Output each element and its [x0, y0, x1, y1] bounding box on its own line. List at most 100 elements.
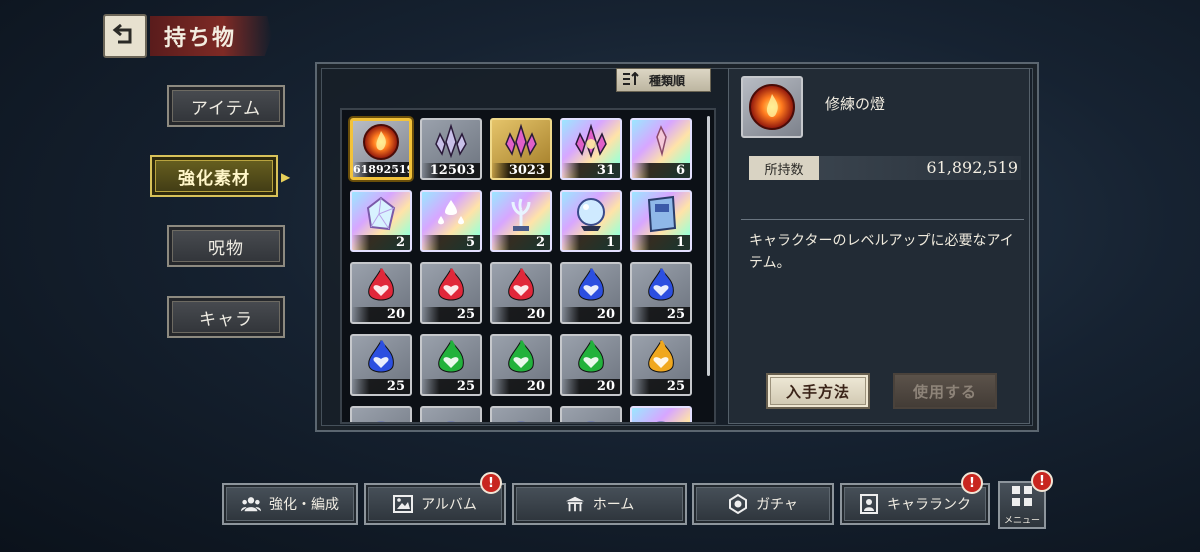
rank-icon	[859, 494, 879, 514]
item-description: キャラクターのレベルアップに必要なアイテム。	[749, 233, 1014, 271]
partial-item-icon	[422, 408, 480, 422]
item-slot[interactable]	[490, 406, 552, 422]
water-droplets-icon	[422, 192, 480, 236]
item-count: 25	[422, 307, 480, 322]
item-count: 25	[352, 379, 410, 394]
nav-label: 強化・編成	[269, 497, 339, 513]
item-count: 2	[352, 235, 410, 250]
item-count: 25	[422, 379, 480, 394]
item-slot[interactable]: 61892519	[350, 118, 412, 180]
nav-label: アルバム	[421, 497, 477, 513]
sort-icon	[623, 71, 639, 89]
item-slot[interactable]	[560, 406, 622, 422]
nav-label: ホーム	[592, 497, 635, 513]
item-count: 3023	[492, 163, 550, 178]
return-arrow-icon	[112, 22, 138, 50]
sort-label: 種類順	[649, 73, 686, 88]
pink-crystal-cluster-icon	[492, 120, 550, 164]
partial-item-icon	[562, 408, 620, 422]
party-icon	[241, 494, 261, 514]
notification-badge: !	[480, 472, 502, 494]
nav-enhance-formation-button[interactable]: 強化・編成	[222, 483, 358, 525]
red-heart-flame-icon	[352, 264, 410, 308]
item-count: 1	[562, 235, 620, 250]
item-count: 20	[352, 307, 410, 322]
nav-label: キャラランク	[887, 497, 971, 513]
item-count: 20	[562, 307, 620, 322]
ember-orb-icon	[749, 84, 795, 130]
tab-items[interactable]: アイテム	[167, 85, 285, 127]
item-count: 6	[632, 163, 690, 178]
item-slot[interactable]: 20	[350, 262, 412, 324]
item-count: 2	[492, 235, 550, 250]
green-spade-flame-icon	[492, 336, 550, 380]
item-count: 31	[562, 163, 620, 178]
item-slot[interactable]: 6	[630, 118, 692, 180]
item-count: 5	[422, 235, 480, 250]
album-icon	[393, 494, 414, 514]
partial-item-icon	[492, 408, 550, 422]
tab-characters[interactable]: キャラ	[167, 296, 285, 338]
sort-button[interactable]: 種類順	[616, 68, 711, 92]
blue-spade-flame-icon	[632, 264, 690, 308]
item-count: 25	[632, 379, 690, 394]
use-item-button[interactable]: 使用する	[893, 373, 997, 409]
nav-home-button[interactable]: ホーム	[512, 483, 687, 525]
page-title: 持ち物	[150, 16, 272, 56]
item-slot[interactable]: 5	[420, 190, 482, 252]
item-slot[interactable]: 20	[560, 334, 622, 396]
green-club-flame-icon	[562, 336, 620, 380]
detail-item-name: 修練の燈	[825, 95, 886, 113]
partial-item-icon	[632, 408, 690, 422]
owned-count-value: 61,892,519	[926, 158, 1018, 177]
item-count: 25	[632, 307, 690, 322]
item-count: 12503	[422, 163, 480, 178]
yellow-heart-flame-icon	[632, 336, 690, 380]
active-tab-arrow-icon: ▶	[281, 170, 291, 184]
nav-gacha-button[interactable]: ガチャ	[692, 483, 834, 525]
item-slot[interactable]: 25	[350, 334, 412, 396]
item-slot[interactable]: 25	[420, 262, 482, 324]
grid-menu-icon	[1011, 485, 1033, 511]
item-slot[interactable]	[350, 406, 412, 422]
small-crystal-cluster-icon	[422, 120, 480, 164]
item-slot[interactable]: 1	[630, 190, 692, 252]
green-heart-flame-icon	[422, 336, 480, 380]
coral-statue-icon	[492, 192, 550, 236]
blue-club-flame-icon	[352, 336, 410, 380]
item-slot[interactable]: 31	[560, 118, 622, 180]
blue-heart-flame-icon	[562, 264, 620, 308]
item-slot[interactable]	[420, 406, 482, 422]
item-slot[interactable]: 20	[490, 334, 552, 396]
nav-label: ガチャ	[756, 497, 798, 513]
item-slot[interactable]: 2	[490, 190, 552, 252]
item-slot[interactable]: 20	[490, 262, 552, 324]
item-grid: 61892519 12503 3023 31 6 2 5 2 1 1 20 25 20 20 25 25 25 2…	[340, 108, 716, 424]
item-count: 20	[492, 379, 550, 394]
notification-badge: !	[1031, 470, 1053, 492]
sp-book-icon	[632, 192, 690, 236]
back-button[interactable]	[103, 14, 147, 58]
item-count: 1	[632, 235, 690, 250]
tab-enhance-materials[interactable]: 強化素材	[150, 155, 278, 197]
crystal-shard-icon	[632, 120, 690, 164]
item-slot[interactable]: 12503	[420, 118, 482, 180]
owned-count-label: 所持数	[749, 156, 819, 180]
item-slot[interactable]: 25	[630, 334, 692, 396]
home-icon	[565, 494, 585, 514]
red-spade-flame-icon	[422, 264, 480, 308]
grid-scrollbar[interactable]	[707, 116, 710, 376]
item-slot[interactable]: 2	[350, 190, 412, 252]
item-slot[interactable]: 3023	[490, 118, 552, 180]
crystal-ball-icon	[562, 192, 620, 236]
item-slot[interactable]: 25	[630, 262, 692, 324]
item-slot[interactable]: 25	[420, 334, 482, 396]
gacha-icon	[728, 494, 748, 514]
item-slot[interactable]: 20	[560, 262, 622, 324]
large-crystal-burst-icon	[562, 120, 620, 164]
detail-item-image	[741, 76, 803, 138]
item-slot[interactable]	[630, 406, 692, 422]
how-to-obtain-button[interactable]: 入手方法	[766, 373, 870, 409]
item-slot[interactable]: 1	[560, 190, 622, 252]
tab-cursed-items[interactable]: 呪物	[167, 225, 285, 267]
